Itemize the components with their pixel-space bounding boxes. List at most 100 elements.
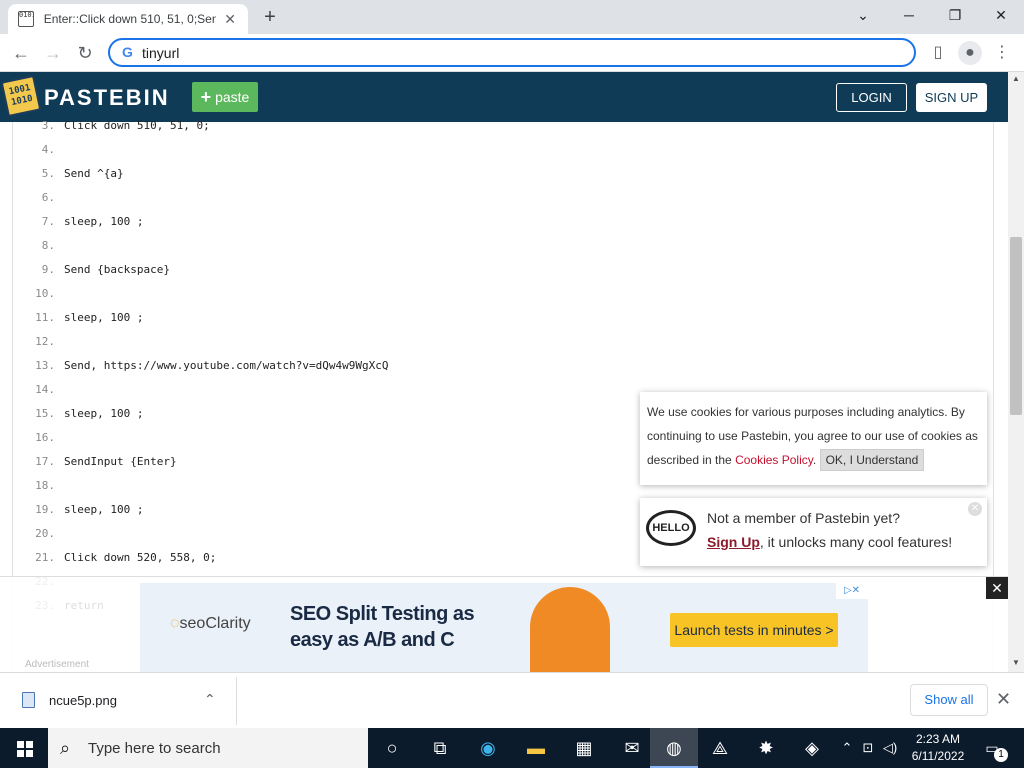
adchoices-icon[interactable]: ▷✕ xyxy=(836,583,868,599)
line-number: 3. xyxy=(41,119,55,132)
member-signup-line: Sign Up, it unlocks many cool features! xyxy=(707,534,952,550)
code-text: Send, https://www.youtube.com/watch?v=dQ… xyxy=(64,359,389,372)
new-tab-button[interactable]: + xyxy=(258,6,282,29)
cortana-icon[interactable]: ○ xyxy=(368,728,416,768)
line-number: 12. xyxy=(35,335,55,348)
line-number: 11. xyxy=(35,311,55,324)
pastebin-logo-icon[interactable]: 1001 1010 xyxy=(0,74,42,118)
line-number: 19. xyxy=(35,503,55,516)
scroll-thumb[interactable] xyxy=(1010,237,1022,415)
scroll-down-arrow-icon[interactable]: ▼ xyxy=(1008,656,1024,670)
mail-icon[interactable]: ✉ xyxy=(608,728,656,768)
line-number: 18. xyxy=(35,479,55,492)
line-number: 16. xyxy=(35,431,55,444)
code-text: Send ^{a} xyxy=(64,167,124,180)
line-number: 15. xyxy=(35,407,55,420)
app-icon-3[interactable]: ◈ xyxy=(788,728,836,768)
store-icon[interactable]: ▦ xyxy=(560,728,608,768)
download-bar: ncue5p.png ⌃ Show all ✕ xyxy=(0,672,1024,728)
code-line: 10. xyxy=(13,282,993,306)
member-signup-rest: , it unlocks many cool features! xyxy=(759,534,953,550)
ad-headline: SEO Split Testing as easy as A/B and C xyxy=(290,603,475,651)
code-line: 3. Click down 510, 51, 0; xyxy=(13,114,993,138)
code-text: sleep, 100 ; xyxy=(64,311,144,324)
start-button[interactable] xyxy=(0,728,48,768)
advertisement-label: Advertisement xyxy=(25,659,89,670)
line-number: 8. xyxy=(41,239,55,252)
taskbar-search-placeholder: Type here to search xyxy=(88,740,221,757)
download-file-name[interactable]: ncue5p.png xyxy=(49,693,117,708)
taskbar-search[interactable]: ⌕ Type here to search xyxy=(48,728,368,768)
ad-brand-name: seoClarity xyxy=(179,615,251,632)
notification-count-badge: 1 xyxy=(994,748,1008,762)
tab-close-icon[interactable]: ✕ xyxy=(222,11,238,28)
accept-cookies-button[interactable]: OK, I Understand xyxy=(819,449,925,471)
tray-chevron-icon[interactable]: ⌃ xyxy=(838,728,856,768)
volume-icon[interactable]: ◁) xyxy=(880,728,900,768)
ad-cta-button[interactable]: Launch tests in minutes > xyxy=(670,613,838,647)
address-bar[interactable]: G xyxy=(108,38,916,67)
line-number: 14. xyxy=(35,383,55,396)
ad-brand-logo: ◌seoClarity xyxy=(170,615,251,633)
line-number: 10. xyxy=(35,287,55,300)
ad-ring-icon: ◌ xyxy=(170,615,180,632)
paste-label: paste xyxy=(215,89,250,105)
code-line: 7. sleep, 100 ; xyxy=(13,210,993,234)
windows-logo-icon xyxy=(17,741,33,757)
pastebin-brand[interactable]: PASTEBIN xyxy=(44,85,170,111)
app-icon-1[interactable]: ⟁ xyxy=(696,728,744,768)
line-number: 4. xyxy=(41,143,55,156)
hello-bubble-icon: HELLO xyxy=(646,510,696,546)
forward-arrow-icon[interactable]: → xyxy=(40,40,66,66)
close-download-bar-icon[interactable]: ✕ xyxy=(996,689,1011,710)
code-line: 5. Send ^{a} xyxy=(13,162,993,186)
chrome-icon[interactable]: ◍ xyxy=(650,728,698,768)
code-line: 11. sleep, 100 ; xyxy=(13,306,993,330)
tab-strip: 0101 Enter::Click down 510, 51, 0;Send ✕… xyxy=(0,0,1024,34)
chevron-up-icon[interactable]: ⌃ xyxy=(204,691,216,708)
code-text: Send {backspace} xyxy=(64,263,170,276)
app-icon-2[interactable]: ✸ xyxy=(742,728,790,768)
windows-taskbar: ⌕ Type here to search ○ ⧉ ◉ ▬ ▦ ✉ ◍ ⟁ ✸ … xyxy=(0,728,1024,768)
clock-date: 6/11/2022 xyxy=(911,749,965,763)
page-scrollbar[interactable]: ▲ ▼ xyxy=(1008,72,1024,672)
show-all-button[interactable]: Show all xyxy=(910,684,988,716)
browser-tab[interactable]: 0101 Enter::Click down 510, 51, 0;Send ✕ xyxy=(8,4,248,34)
plus-icon: + xyxy=(200,87,212,107)
minimize-button[interactable]: ─ xyxy=(886,0,932,30)
back-arrow-icon[interactable]: ← xyxy=(8,40,34,66)
code-text: Click down 510, 51, 0; xyxy=(64,119,210,132)
code-text: SendInput {Enter} xyxy=(64,455,177,468)
pastebin-favicon-icon: 0101 xyxy=(18,11,34,27)
web-page: 1001 1010 PASTEBIN + paste LOGIN SIGN UP… xyxy=(0,72,1024,672)
close-window-button[interactable]: ✕ xyxy=(978,0,1024,30)
ad-banner[interactable]: ◌seoClarity SEO Split Testing as easy as… xyxy=(140,583,868,672)
system-clock[interactable]: 2:23 AM 6/11/2022 xyxy=(900,731,976,765)
member-question: Not a member of Pastebin yet? xyxy=(707,510,900,526)
side-panel-icon[interactable]: ▯ xyxy=(926,41,950,65)
code-text: Click down 520, 558, 0; xyxy=(64,551,217,564)
menu-kebab-icon[interactable]: ⋮ xyxy=(990,41,1014,65)
ad-close-button[interactable]: ✕ xyxy=(986,577,1008,599)
signup-button[interactable]: SIGN UP xyxy=(916,83,987,112)
profile-avatar-icon[interactable]: ● xyxy=(958,41,982,65)
task-view-icon[interactable]: ⧉ xyxy=(416,728,464,768)
login-button[interactable]: LOGIN xyxy=(836,83,907,112)
code-text: sleep, 100 ; xyxy=(64,503,144,516)
url-input[interactable] xyxy=(142,45,882,61)
browser-toolbar: ← → ↻ G ▯ ● ⋮ xyxy=(0,34,1024,72)
scroll-up-arrow-icon[interactable]: ▲ xyxy=(1008,72,1024,86)
cookies-policy-link[interactable]: Cookies Policy xyxy=(735,453,813,467)
line-number: 5. xyxy=(41,167,55,180)
restore-button[interactable]: ❐ xyxy=(932,0,978,30)
member-signup-link[interactable]: Sign Up xyxy=(707,534,760,550)
code-line: 8. xyxy=(13,234,993,258)
file-explorer-icon[interactable]: ▬ xyxy=(512,728,560,768)
close-icon[interactable]: ✕ xyxy=(968,502,982,516)
cookie-text-end: . xyxy=(812,453,817,467)
edge-icon[interactable]: ◉ xyxy=(464,728,512,768)
new-paste-button[interactable]: + paste xyxy=(192,82,258,112)
tab-search-button[interactable]: ⌄ xyxy=(840,0,886,30)
reload-icon[interactable]: ↻ xyxy=(72,40,98,66)
network-icon[interactable]: ⊡ xyxy=(858,728,878,768)
